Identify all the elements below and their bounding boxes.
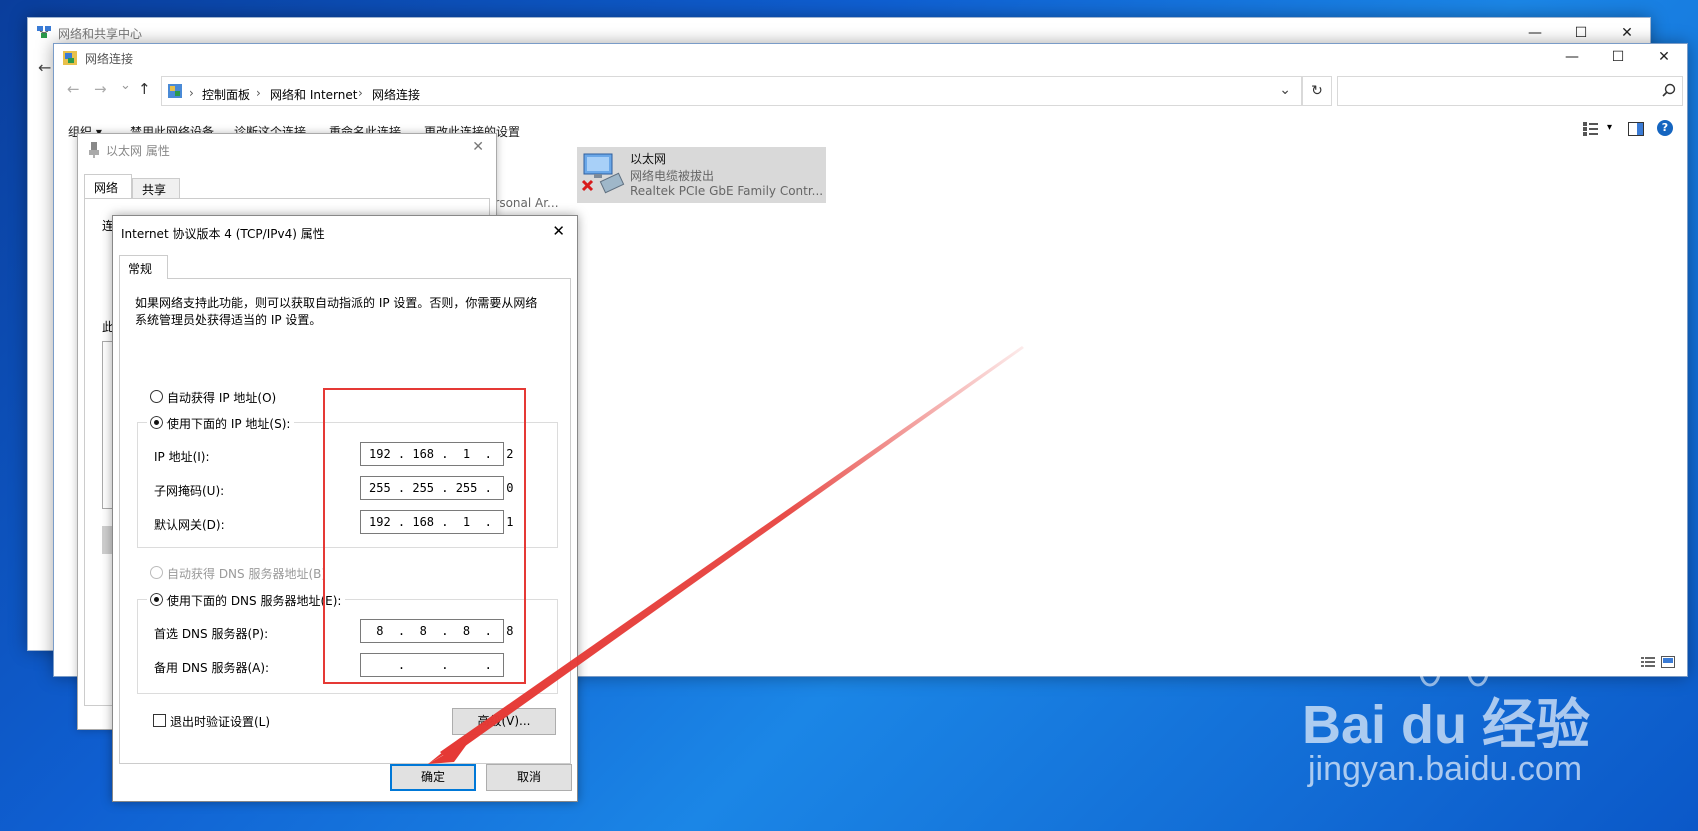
watermark-brand: Bai du 经验 (1302, 695, 1591, 755)
tab-general-label: 常规 (128, 262, 153, 276)
baidu-watermark: Bai du 经验 jingyan.baidu.com (1302, 648, 1672, 800)
tab-general[interactable]: 常规 (119, 255, 168, 279)
watermark-url: jingyan.baidu.com (1308, 750, 1583, 788)
